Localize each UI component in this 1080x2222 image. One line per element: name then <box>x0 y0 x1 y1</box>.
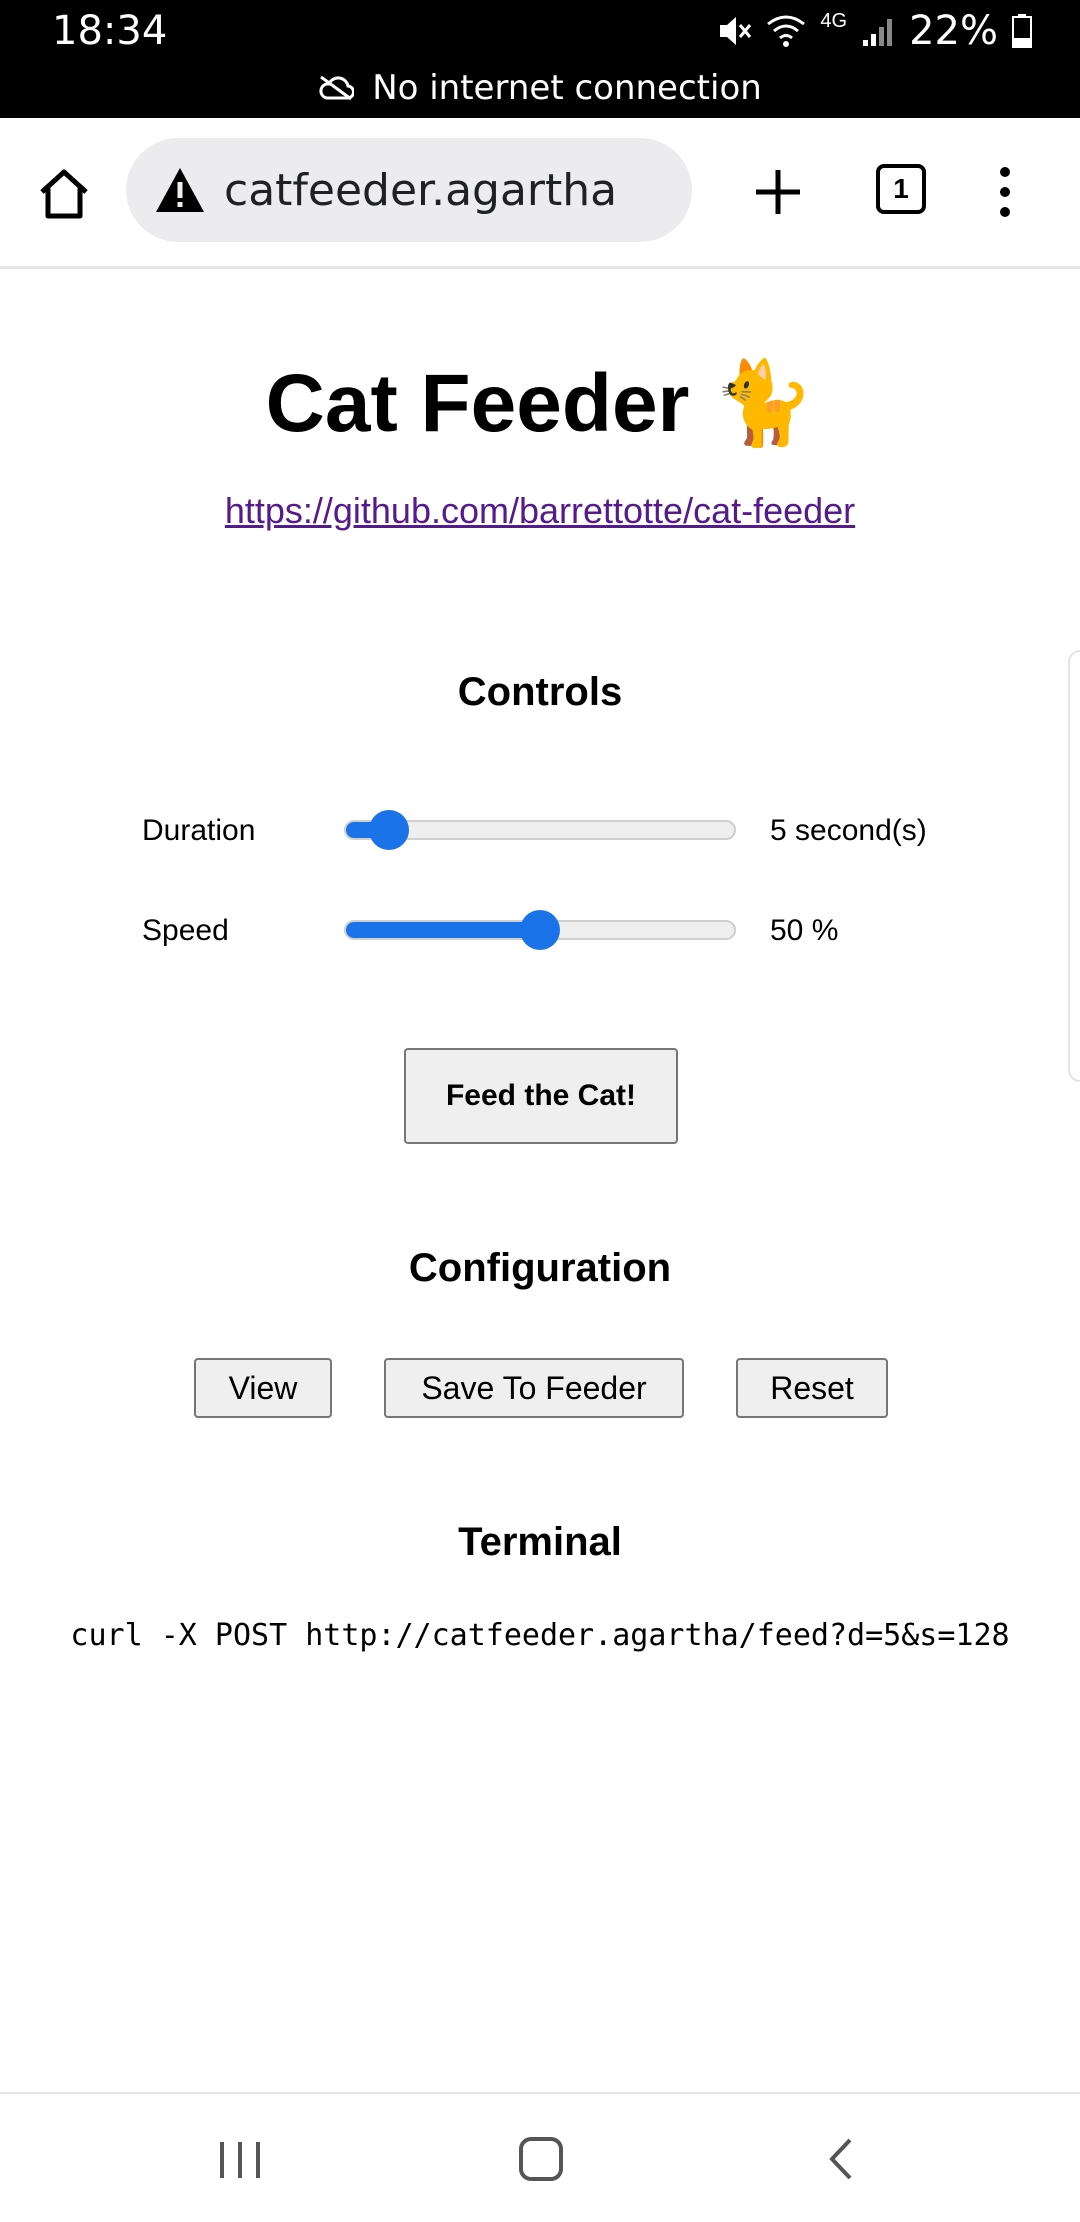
signal-icon <box>863 19 893 46</box>
speed-slider[interactable] <box>344 910 736 950</box>
more-vert-icon[interactable] <box>990 162 1020 222</box>
offline-banner: No internet connection <box>0 68 1080 108</box>
duration-label: Duration <box>142 814 256 847</box>
tabs-button[interactable]: 1 <box>876 164 926 214</box>
view-button[interactable]: View <box>194 1358 332 1418</box>
speed-slider-fill <box>346 922 540 938</box>
speed-slider-thumb[interactable] <box>520 910 560 950</box>
recent-apps-icon[interactable] <box>218 2140 262 2180</box>
browser-toolbar: catfeeder.agartha 1 <box>0 118 1080 269</box>
duration-slider-thumb[interactable] <box>368 810 409 850</box>
tab-count: 1 <box>893 173 909 204</box>
page-title: Cat Feeder 🐈 <box>265 358 815 449</box>
nav-home-icon[interactable] <box>518 2136 564 2182</box>
warning-icon[interactable] <box>154 166 206 214</box>
duration-value: 5 second(s) <box>770 814 927 847</box>
duration-slider[interactable] <box>344 810 736 850</box>
back-icon[interactable] <box>826 2136 856 2182</box>
mute-icon <box>720 17 752 45</box>
page-content: Cat Feeder 🐈 https://github.com/barretto… <box>0 268 1080 2092</box>
address-bar[interactable]: catfeeder.agartha <box>126 138 692 242</box>
save-to-feeder-button[interactable]: Save To Feeder <box>384 1358 684 1418</box>
terminal-command: curl -X POST http://catfeeder.agartha/fe… <box>70 1618 1010 1653</box>
reset-button[interactable]: Reset <box>736 1358 888 1418</box>
battery-percent: 22% <box>909 8 998 54</box>
feed-the-cat-button[interactable]: Feed the Cat! <box>404 1048 678 1144</box>
home-icon[interactable] <box>34 164 94 224</box>
offline-text: No internet connection <box>372 68 762 108</box>
controls-heading: Controls <box>457 670 623 714</box>
url-text[interactable]: catfeeder.agartha <box>224 165 617 216</box>
speed-value: 50 % <box>770 914 839 947</box>
speed-label: Speed <box>142 914 229 947</box>
battery-icon <box>1012 14 1032 48</box>
status-bar: 18:34 4G 22% No internet connection <box>0 0 1080 118</box>
configuration-heading: Configuration <box>408 1246 672 1290</box>
wifi-icon <box>767 15 806 47</box>
system-nav-bar <box>0 2092 1080 2222</box>
status-time: 18:34 <box>52 8 168 54</box>
status-icons: 4G 22% <box>716 8 1032 54</box>
terminal-heading: Terminal <box>458 1520 622 1564</box>
network-type: 4G <box>820 9 848 32</box>
cloud-off-icon <box>319 75 355 101</box>
plus-icon[interactable] <box>748 162 808 222</box>
repo-link[interactable]: https://github.com/barrettotte/cat-feede… <box>0 490 1080 532</box>
